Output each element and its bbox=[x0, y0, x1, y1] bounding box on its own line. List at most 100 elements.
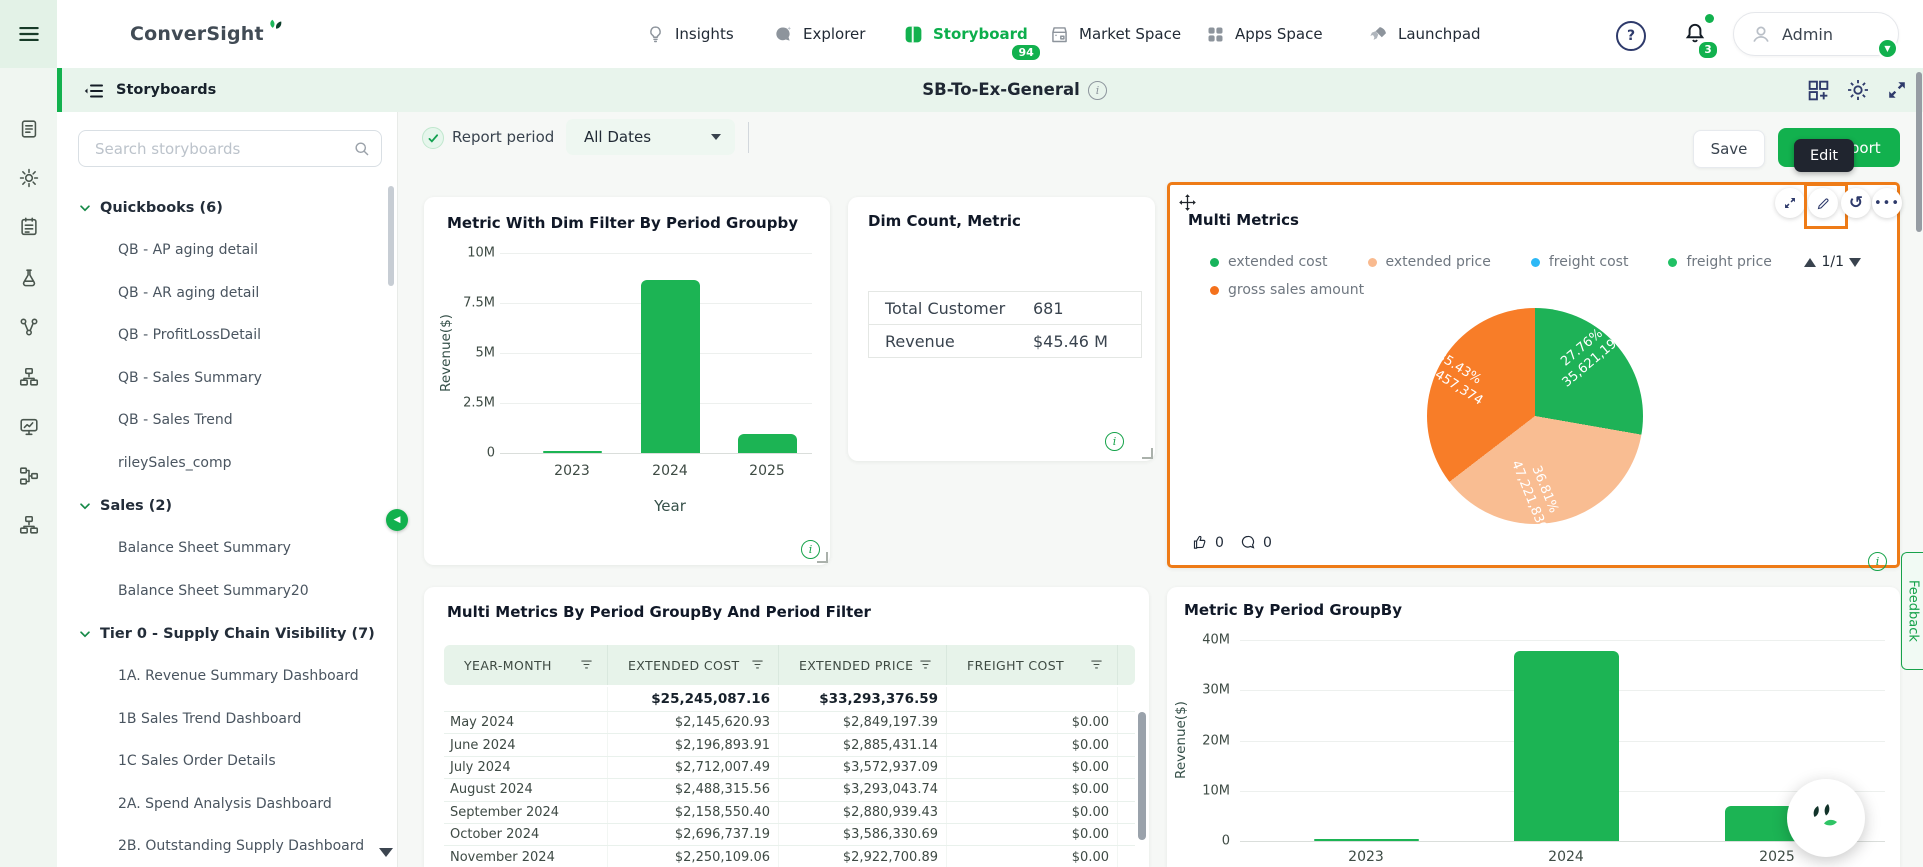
column-header-freight-cost[interactable]: FREIGHT COST bbox=[947, 645, 1118, 685]
panel-multi-metrics-selected[interactable]: Multi Metrics ↺ ••• extended costextende… bbox=[1167, 182, 1900, 568]
sidebar-item-qb-sales-trend[interactable]: QB - Sales Trend bbox=[78, 399, 390, 442]
add-widget-button[interactable] bbox=[1806, 78, 1831, 103]
sidebar-item-rileysales-comp[interactable]: rileySales_comp bbox=[78, 442, 390, 485]
user-menu-button[interactable]: Admin bbox=[1733, 12, 1899, 56]
sidebar-scroll-down-arrow[interactable] bbox=[379, 848, 393, 857]
reset-widget-button[interactable]: ↺ bbox=[1841, 188, 1871, 218]
nav-item-market-space[interactable]: Market Space bbox=[1049, 0, 1181, 68]
table-row[interactable]: November 2024$2,250,109.06$2,922,700.89$… bbox=[444, 846, 1135, 867]
sidebar-group-tier-0-supply-chain-visibility-7[interactable]: Tier 0 - Supply Chain Visibility (7) bbox=[78, 612, 390, 655]
conversight-assistant-icon bbox=[1804, 796, 1848, 840]
column-header-freight-price[interactable]: FREIGHT PRICE bbox=[1118, 645, 1135, 685]
gridline bbox=[500, 253, 812, 254]
flask-icon[interactable] bbox=[18, 267, 40, 289]
search-icon bbox=[352, 139, 372, 159]
pipeline-icon[interactable] bbox=[18, 316, 40, 338]
filter-icon[interactable] bbox=[750, 657, 766, 673]
sidebar-item-qb-profitlossdetail[interactable]: QB - ProfitLossDetail bbox=[78, 314, 390, 357]
legend-item-freight-price[interactable]: freight price bbox=[1668, 254, 1771, 270]
table-scrollbar-thumb[interactable] bbox=[1138, 712, 1146, 840]
sitemap-icon[interactable] bbox=[18, 366, 40, 388]
legend-dot bbox=[1210, 286, 1219, 295]
column-header-extended-cost[interactable]: EXTENDED COST bbox=[608, 645, 779, 685]
sidebar-group-quickbooks-6[interactable]: Quickbooks (6) bbox=[78, 186, 390, 229]
save-button[interactable]: Save bbox=[1693, 130, 1765, 168]
search-input[interactable] bbox=[78, 130, 382, 167]
hierarchy-icon[interactable] bbox=[18, 465, 40, 487]
amount-cell: $2,849,197.39 bbox=[779, 712, 947, 733]
form-icon[interactable] bbox=[18, 216, 40, 238]
nav-item-apps-space[interactable]: Apps Space bbox=[1205, 0, 1323, 68]
sidebar-item-1c-sales-order-details[interactable]: 1C Sales Order Details bbox=[78, 740, 390, 783]
drag-handle-icon[interactable] bbox=[1178, 193, 1197, 212]
feedback-tab[interactable]: Feedback bbox=[1901, 552, 1923, 670]
workflow-icon[interactable] bbox=[18, 514, 40, 536]
table-row[interactable]: June 2024$2,196,893.91$2,885,431.14$0.00 bbox=[444, 734, 1135, 756]
page-up-icon[interactable] bbox=[1804, 258, 1816, 267]
legend-item-freight-cost[interactable]: freight cost bbox=[1531, 254, 1629, 270]
comments-counter[interactable]: 0 bbox=[1240, 534, 1272, 551]
resize-handle[interactable] bbox=[817, 552, 828, 563]
sidebar-group-sales-2[interactable]: Sales (2) bbox=[78, 484, 390, 527]
check-icon bbox=[427, 132, 440, 145]
page-down-icon[interactable] bbox=[1849, 258, 1861, 267]
column-header-extended-price[interactable]: EXTENDED PRICE bbox=[779, 645, 947, 685]
expand-fullscreen-button[interactable] bbox=[1886, 79, 1908, 101]
sidebar-scrollbar-thumb[interactable] bbox=[388, 186, 394, 286]
amount-cell: $2,880,939.43 bbox=[779, 802, 947, 823]
help-button[interactable]: ? bbox=[1616, 21, 1646, 51]
expand-widget-button[interactable] bbox=[1775, 188, 1805, 218]
title-info-icon[interactable]: i bbox=[1088, 81, 1107, 100]
table-row[interactable]: August 2024$2,488,315.56$3,293,043.74$0.… bbox=[444, 779, 1135, 801]
sidebar-item-balance-sheet-summary20[interactable]: Balance Sheet Summary20 bbox=[78, 570, 390, 613]
hamburger-menu-button[interactable] bbox=[0, 0, 57, 68]
amount-cell bbox=[1118, 779, 1135, 800]
more-options-button[interactable]: ••• bbox=[1872, 188, 1902, 218]
sidebar-item-balance-sheet-summary[interactable]: Balance Sheet Summary bbox=[78, 527, 390, 570]
sidebar-item-2a-spend-analysis-dashboard[interactable]: 2A. Spend Analysis Dashboard bbox=[78, 783, 390, 826]
nav-item-launchpad[interactable]: Launchpad bbox=[1368, 0, 1481, 68]
filter-icon[interactable] bbox=[579, 657, 595, 673]
sidebar-item-1a-revenue-summary-dashboard[interactable]: 1A. Revenue Summary Dashboard bbox=[78, 655, 390, 698]
amount-cell bbox=[1118, 734, 1135, 755]
table-row[interactable]: July 2024$2,712,007.49$3,572,937.09$0.00 bbox=[444, 757, 1135, 779]
info-icon[interactable]: i bbox=[1105, 432, 1124, 451]
settings-gear-button[interactable] bbox=[1845, 77, 1871, 103]
legend-item-extended-cost[interactable]: extended cost bbox=[1210, 254, 1328, 270]
sidebar-item-qb-ar-aging-detail[interactable]: QB - AR aging detail bbox=[78, 272, 390, 315]
filter-icon[interactable] bbox=[1089, 657, 1105, 673]
sidebar-item-2b-outstanding-supply-dashboard[interactable]: 2B. Outstanding Supply Dashboard bbox=[78, 825, 390, 867]
filter-icon[interactable] bbox=[918, 657, 934, 673]
report-period-label: Report period bbox=[452, 128, 554, 146]
report-period-checkbox[interactable] bbox=[422, 127, 444, 149]
table-row[interactable]: October 2024$2,696,737.19$3,586,330.69$0… bbox=[444, 824, 1135, 846]
table-row[interactable]: May 2024$2,145,620.93$2,849,197.39$0.00 bbox=[444, 712, 1135, 734]
logo-text: ConverSight bbox=[130, 23, 264, 45]
legend-item-extended-price[interactable]: extended price bbox=[1368, 254, 1491, 270]
sidebar-item-qb-ap-aging-detail[interactable]: QB - AP aging detail bbox=[78, 229, 390, 272]
likes-counter[interactable]: 0 bbox=[1192, 534, 1224, 551]
collapse-sidebar-icon[interactable] bbox=[82, 79, 106, 103]
column-header-year-month[interactable]: YEAR-MONTH bbox=[444, 645, 608, 685]
monitor-chart-icon[interactable] bbox=[18, 416, 40, 438]
x-axis-tick: 2023 bbox=[554, 463, 590, 479]
sidebar-item-1b-sales-trend-dashboard[interactable]: 1B Sales Trend Dashboard bbox=[78, 698, 390, 741]
gear-icon[interactable] bbox=[18, 167, 40, 189]
sidebar-collapse-handle[interactable]: ◀ bbox=[386, 509, 408, 531]
sidebar-item-qb-sales-summary[interactable]: QB - Sales Summary bbox=[78, 357, 390, 400]
resize-handle[interactable] bbox=[1142, 448, 1153, 459]
table-row[interactable]: September 2024$2,158,550.40$2,880,939.43… bbox=[444, 802, 1135, 824]
nav-item-storyboard[interactable]: Storyboard94 bbox=[903, 0, 1028, 68]
conversight-logo[interactable]: ConverSight bbox=[130, 0, 288, 68]
nav-item-insights[interactable]: Insights bbox=[645, 0, 734, 68]
file-icon[interactable] bbox=[18, 118, 40, 140]
amount-cell: $25,245,087.16 bbox=[608, 687, 779, 711]
report-period-dropdown[interactable]: All Dates bbox=[566, 119, 735, 155]
nav-item-explorer[interactable]: Explorer bbox=[773, 0, 865, 68]
assistant-button[interactable] bbox=[1787, 779, 1865, 857]
legend-item-gross-sales-amount[interactable]: gross sales amount bbox=[1210, 282, 1364, 298]
page-scrollbar-thumb[interactable] bbox=[1916, 72, 1922, 232]
table-totals-row[interactable]: $25,245,087.16$33,293,376.59 bbox=[444, 687, 1135, 712]
info-icon[interactable]: i bbox=[1868, 552, 1887, 571]
legend-label: freight price bbox=[1686, 254, 1771, 270]
